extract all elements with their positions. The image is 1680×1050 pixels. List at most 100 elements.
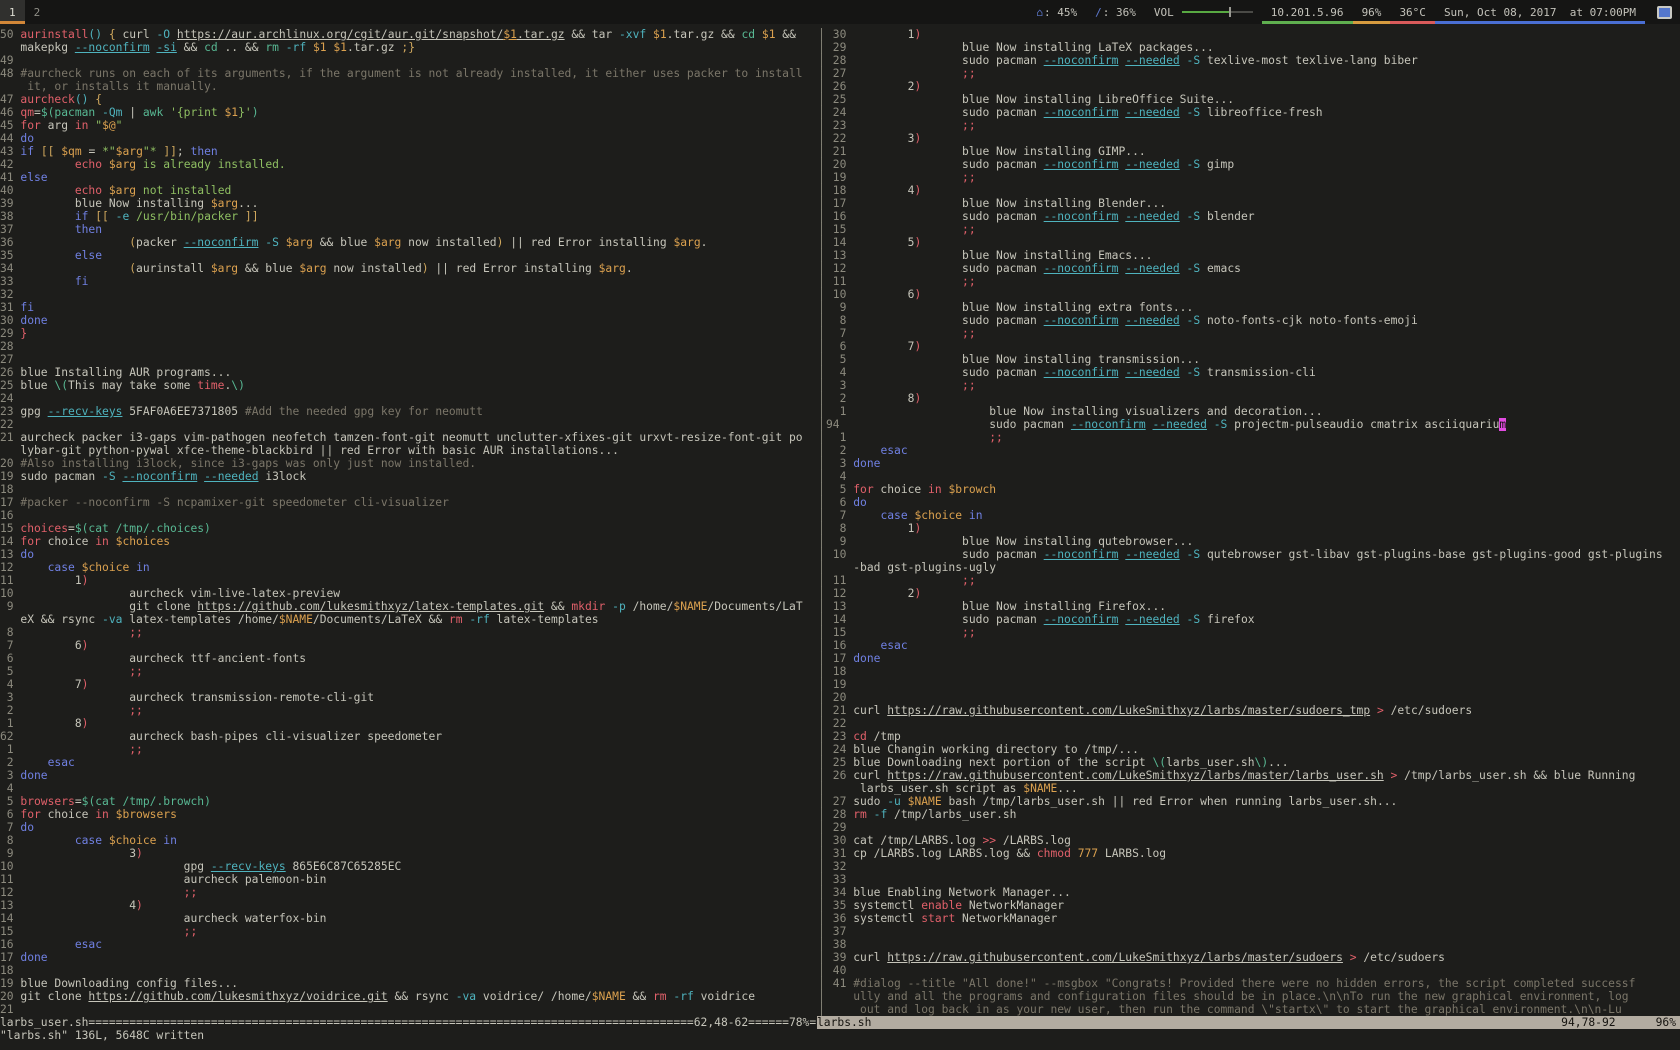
code-row: 6 do [826,496,1680,509]
line-number: 11 [826,574,853,587]
code-row: 19 blue Downloading config files... [0,977,818,990]
code-row: 36 systemctl start NetworkManager [826,912,1680,925]
code-row: 35 else [0,249,818,262]
line-number: 19 [826,678,853,691]
line-number: 30 [0,314,20,327]
code-row: 38 if [[ -e /usr/bin/packer ]] [0,210,818,223]
code-row: 12 sudo pacman --noconfirm --needed -S e… [826,262,1680,275]
code-row: 41 else [0,171,818,184]
code-row: 7 case $choice in [826,509,1680,522]
line-number: 37 [826,925,853,938]
line-number: 42 [0,158,20,171]
home-icon: ⌂ [1036,6,1043,19]
code-row: 8 ;; [0,626,818,639]
line-number: 4 [0,782,20,795]
code-row: 4 [0,782,818,795]
vim-window-right[interactable]: 30 1) 29 blue Now installing LaTeX packa… [826,28,1680,1016]
code-row: 26 curl https://raw.githubusercontent.co… [826,769,1680,782]
code-row: 6 for choice in $browsers [0,808,818,821]
workspace-button-2[interactable]: 2 [25,0,50,24]
code-row: 45 for arg in "$@" [0,119,818,132]
line-number: 5 [826,353,853,366]
workspace-button-1[interactable]: 1 [0,0,25,24]
line-number: 43 [0,145,20,158]
battery-value: 96% [1362,6,1382,19]
code-row: 7 6) [0,639,818,652]
code-row: lybar-git python-pywal xfce-theme-blackb… [0,444,818,457]
line-number: 37 [0,223,20,236]
line-number [0,41,20,54]
line-number: 4 [826,470,853,483]
line-number: 18 [0,964,20,977]
volume-module[interactable]: VOL [1145,0,1262,24]
statusline-gap [1616,1016,1656,1029]
workspace-list: 12 [0,0,49,24]
line-number: 6 [0,808,20,821]
code-row: 10 gpg --recv-keys 865E6C87C65285EC [0,860,818,873]
top-bar: 12 ⌂: 45% /: 36% VOL 10.201.5.96 96% 36°… [0,0,1680,24]
line-number: 47 [0,93,20,106]
line-number: 18 [826,184,853,197]
line-number [826,782,853,795]
code-row: 21 [0,1003,818,1016]
line-number: 3 [826,379,853,392]
line-number: 8 [0,626,20,639]
code-row: 18 [0,483,818,496]
line-number: 26 [0,366,20,379]
line-number: 17 [0,496,20,509]
code-row: 19 ;; [826,171,1680,184]
line-number: 10 [0,860,20,873]
monitor-icon[interactable] [1657,6,1672,19]
code-row: 36 (packer --noconfirm -S $arg && blue $… [0,236,818,249]
code-row: 21 aurcheck packer i3-gaps vim-pathogen … [0,431,818,444]
line-number: 13 [0,899,20,912]
code-row: 24 blue Changin working directory to /tm… [826,743,1680,756]
line-number: 19 [826,171,853,184]
line-number [0,80,20,93]
code-row: 8 case $choice in [0,834,818,847]
vim-window-left[interactable]: 50 aurinstall() { curl -O https://aur.ar… [0,28,818,1016]
line-number: 22 [0,418,20,431]
code-row: 5 browsers=$(cat /tmp/.browch) [0,795,818,808]
line-number: 24 [0,392,20,405]
code-row: ully and all the programs and configurat… [826,990,1680,1003]
disk-home-module: ⌂: 45% [1027,0,1086,24]
code-row: 23 cd /tmp [826,730,1680,743]
code-row: 21 blue Now installing GIMP... [826,145,1680,158]
line-number: 9 [0,600,20,613]
code-row: 18 [826,665,1680,678]
code-row: 35 systemctl enable NetworkManager [826,899,1680,912]
code-row: 4 sudo pacman --noconfirm --needed -S tr… [826,366,1680,379]
volume-slider[interactable] [1182,11,1229,13]
code-row: 22 [826,717,1680,730]
line-number: 26 [826,80,853,93]
code-row: 22 3) [826,132,1680,145]
code-row: 1 blue Now installing visualizers and de… [826,405,1680,418]
code-row: 31 cp /LARBS.log LARBS.log && chmod 777 … [826,847,1680,860]
line-number: 6 [826,496,853,509]
line-number: 14 [826,613,853,626]
line-number: 1 [0,717,20,730]
line-number [826,1003,853,1016]
line-number: 36 [826,912,853,925]
line-number: 20 [826,691,853,704]
line-number: 22 [826,717,853,730]
code-row: 6 7) [826,340,1680,353]
line-number: 23 [826,119,853,132]
line-number: 14 [0,535,20,548]
line-number: 40 [826,964,853,977]
code-row: 20 sudo pacman --noconfirm --needed -S g… [826,158,1680,171]
code-row: 39 curl https://raw.githubusercontent.co… [826,951,1680,964]
line-number: 12 [826,587,853,600]
code-row: 37 [826,925,1680,938]
disk-root-module: /: 36% [1086,0,1145,24]
line-number: 3 [0,691,20,704]
line-number: 30 [826,834,853,847]
line-number: 29 [826,41,853,54]
line-number: 11 [0,873,20,886]
code-row: 24 sudo pacman --noconfirm --needed -S l… [826,106,1680,119]
code-row: 29 } [0,327,818,340]
line-number: 5 [826,483,853,496]
active-ruler: 94,78-92 [1561,1016,1615,1029]
line-number: 35 [0,249,20,262]
